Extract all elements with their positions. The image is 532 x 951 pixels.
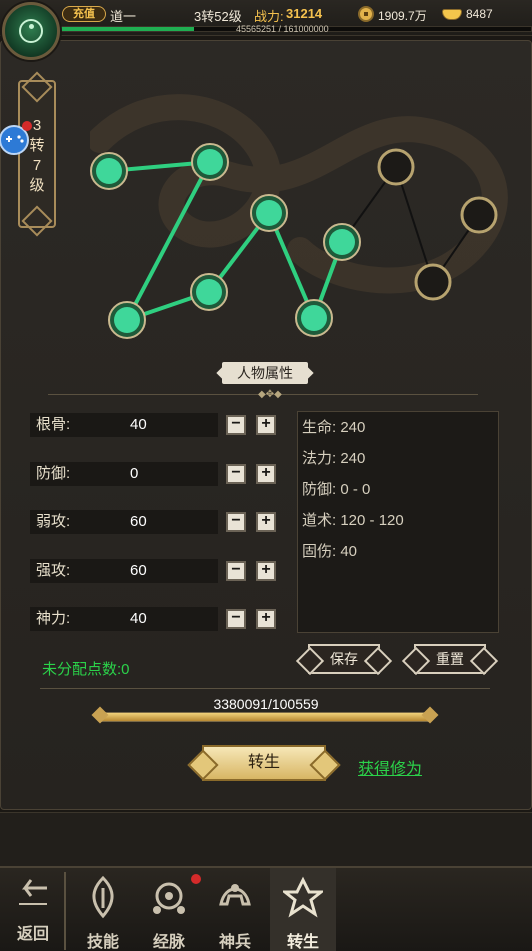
unassigned-points: 未分配点数:0 [42, 661, 130, 678]
meridian-diagram [90, 143, 498, 339]
stat-value: 0 [120, 462, 218, 486]
tab-skills[interactable]: 技能 [70, 868, 136, 951]
meridian-point-9 [460, 196, 498, 234]
meridian-point-7 [323, 223, 361, 261]
tab-rebirth[interactable]: 转生 [270, 868, 336, 951]
skills-icon [92, 875, 114, 919]
meridian-point-2 [191, 143, 229, 181]
spacer [0, 812, 532, 866]
decrease-button[interactable]: − [226, 609, 246, 629]
stat-row-constitution: 根骨: 40 − + [30, 413, 280, 437]
increase-button[interactable]: + [256, 561, 276, 581]
meridian-dark-points [377, 148, 498, 301]
increase-button[interactable]: + [256, 464, 276, 484]
notification-dot [191, 874, 201, 884]
avatar[interactable] [2, 2, 60, 60]
divider-ornament-icon: ◆✥◆ [258, 389, 282, 400]
attribute-line: 生命: 240 [302, 419, 366, 436]
increase-button[interactable]: + [256, 512, 276, 532]
attribute-line: 固伤: 40 [302, 543, 358, 560]
rebirth-button[interactable]: 转生 [202, 745, 326, 781]
taiji-icon [19, 19, 43, 43]
reset-button[interactable]: 重置 [414, 644, 486, 674]
stat-row-weak-attack: 弱攻: 60 − + [30, 510, 280, 534]
divine-weapon-icon [219, 884, 251, 906]
back-arrow-icon [19, 879, 47, 905]
increase-button[interactable]: + [256, 415, 276, 435]
stat-label: 弱攻: [30, 510, 120, 534]
meridian-point-4 [190, 273, 228, 311]
decrease-button[interactable]: − [226, 561, 246, 581]
decrease-button[interactable]: − [226, 464, 246, 484]
stat-value: 40 [120, 607, 218, 631]
attribute-line: 防御: 0 - 0 [302, 481, 371, 498]
stat-label: 根骨: [30, 413, 120, 437]
save-button[interactable]: 保存 [308, 644, 380, 674]
stat-label: 强攻: [30, 559, 120, 583]
tab-divine-weapon[interactable]: 神兵 [202, 868, 268, 951]
meridian-lit-points [90, 143, 361, 339]
notification-dot [22, 121, 32, 131]
meridian-point-3 [108, 301, 146, 339]
nav-separator [64, 872, 66, 950]
stat-label: 防御: [30, 462, 120, 486]
back-button[interactable]: 返回 [0, 868, 66, 951]
meridian-point-1 [90, 152, 128, 190]
attribute-line: 道术: 120 - 120 [302, 512, 404, 529]
cultivation-progress-bar [100, 712, 430, 722]
attribute-line: 法力: 240 [302, 450, 366, 467]
stat-value: 60 [120, 559, 218, 583]
stat-label: 神力: [30, 607, 120, 631]
bottom-nav: 返回 技能 经脉 神兵 转生 [0, 866, 532, 951]
stat-row-divine-power: 神力: 40 − + [30, 607, 280, 631]
stat-row-strong-attack: 强攻: 60 − + [30, 559, 280, 583]
stat-value: 60 [120, 510, 218, 534]
decrease-button[interactable]: − [226, 512, 246, 532]
get-cultivation-link[interactable]: 获得修为 [358, 755, 422, 779]
attribute-summary: 生命: 240 法力: 240 防御: 0 - 0 道术: 120 - 120 … [297, 411, 499, 633]
meridian-point-5 [250, 194, 288, 232]
stat-value: 40 [120, 413, 218, 437]
stat-row-defense: 防御: 0 − + [30, 462, 280, 486]
decrease-button[interactable]: − [226, 415, 246, 435]
section-title: 人物属性 [222, 362, 308, 384]
progress-text: 3380091/100559 [213, 696, 319, 712]
progress-fill [101, 713, 429, 721]
meridian-point-10 [414, 263, 452, 301]
meridian-point-8 [377, 148, 415, 186]
meridian-icon [153, 882, 185, 914]
divider [40, 688, 490, 689]
increase-button[interactable]: + [256, 609, 276, 629]
rebirth-icon [283, 876, 323, 918]
meridian-point-6 [295, 299, 333, 337]
